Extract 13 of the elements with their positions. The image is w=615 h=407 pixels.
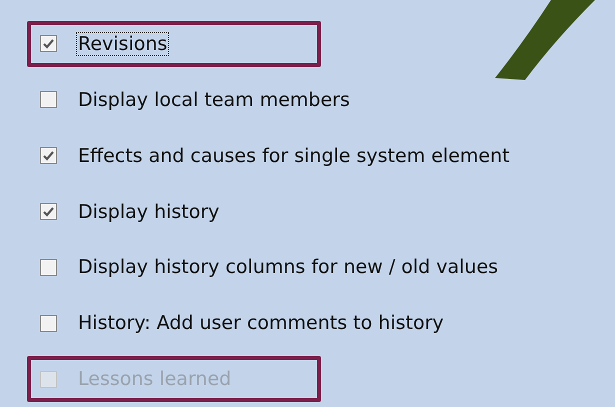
checkbox-label: Display history <box>77 200 220 222</box>
checkbox-label: Display history columns for new / old values <box>77 256 500 278</box>
checkbox[interactable] <box>40 258 57 276</box>
checkbox-label: Revisions <box>77 32 168 55</box>
checkbox[interactable] <box>40 147 57 164</box>
checkbox-label: Lessons learned <box>77 368 232 390</box>
checkbox-label: Display local team members <box>77 88 351 111</box>
checkbox-label: Effects and causes for single system element <box>77 144 511 167</box>
checkbox[interactable] <box>40 203 57 220</box>
checkbox[interactable] <box>40 314 57 332</box>
checkbox[interactable] <box>40 35 57 52</box>
checkbox[interactable] <box>40 91 57 108</box>
checkbox-label: History: Add user comments to history <box>77 312 445 334</box>
